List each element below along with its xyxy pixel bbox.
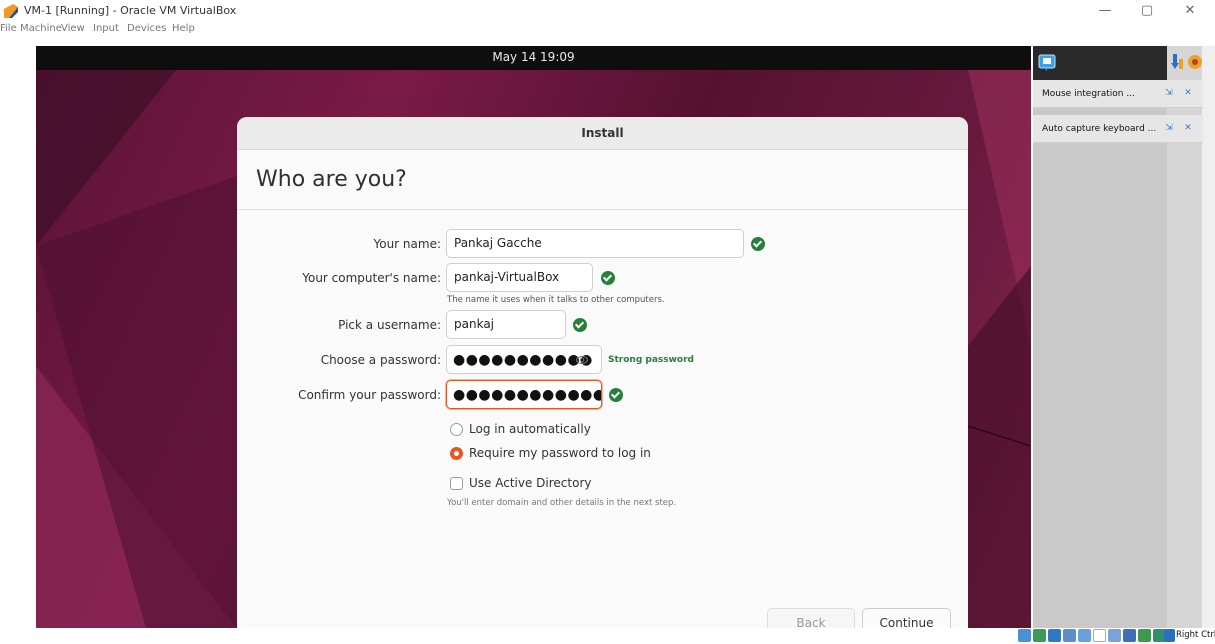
show-password-eye-icon[interactable] xyxy=(576,354,588,366)
hard-disk-icon[interactable] xyxy=(1018,629,1031,642)
dialog-title: Install xyxy=(581,126,624,140)
username-input[interactable]: pankaj xyxy=(446,310,566,339)
auto-capture-keyboard-notification[interactable]: Auto capture keyboard ... ⇲ ✕ xyxy=(1033,115,1203,143)
host-key-label: Right Ctrl xyxy=(1176,630,1215,640)
username-ok-icon xyxy=(573,318,587,332)
computer-name-label: Your computer's name: xyxy=(302,271,441,285)
password-label: Choose a password: xyxy=(320,353,441,367)
confirm-password-label: Confirm your password: xyxy=(298,388,441,402)
active-directory-label[interactable]: Use Active Directory xyxy=(469,476,591,490)
menu-help[interactable]: Help xyxy=(172,23,195,34)
mouse-integration-label: Mouse integration ... xyxy=(1042,89,1135,99)
display-icon[interactable] xyxy=(1108,629,1121,642)
settings-icon[interactable] xyxy=(1187,54,1203,70)
confirm-password-ok-icon xyxy=(609,388,623,402)
vbox-scrollbar[interactable] xyxy=(1202,46,1215,628)
username-value: pankaj xyxy=(454,317,495,331)
require-password-radio[interactable] xyxy=(450,447,463,460)
confirm-password-input[interactable]: ●●●●●●●●●●●●● xyxy=(446,380,602,409)
username-label: Pick a username: xyxy=(338,318,441,332)
menu-machine[interactable]: Machine xyxy=(20,23,62,34)
menu-file[interactable]: File xyxy=(0,23,17,34)
active-directory-checkbox[interactable] xyxy=(450,477,463,490)
dismiss-forever-icon[interactable]: ✕ xyxy=(1183,123,1193,133)
back-button[interactable]: Back xyxy=(767,608,855,628)
clock[interactable]: May 14 19:09 xyxy=(36,50,1031,64)
window-title: VM-1 [Running] - Oracle VM VirtualBox xyxy=(24,4,237,17)
network-icon[interactable] xyxy=(1063,629,1076,642)
require-password-label[interactable]: Require my password to log in xyxy=(469,446,651,460)
guest-display[interactable]: May 14 19:09 Install Who are you? Your n… xyxy=(36,46,1031,628)
vbox-panel-header xyxy=(1033,46,1167,80)
maximize-button[interactable]: ▢ xyxy=(1132,4,1162,20)
menu-view[interactable]: View xyxy=(61,23,85,34)
confirm-password-value: ●●●●●●●●●●●●● xyxy=(453,387,602,403)
active-directory-hint: You'll enter domain and other details in… xyxy=(447,498,677,508)
your-name-label: Your name: xyxy=(373,237,441,251)
computer-name-value: pankaj-VirtualBox xyxy=(454,270,560,284)
computer-name-ok-icon xyxy=(601,271,615,285)
optical-drive-icon[interactable] xyxy=(1033,629,1046,642)
minimize-button[interactable]: — xyxy=(1090,4,1120,20)
menu-bar: File Machine View Input Devices Help xyxy=(0,22,1215,38)
mouse-integration-notification[interactable]: Mouse integration ... ⇲ ✕ xyxy=(1033,80,1203,108)
password-value: ●●●●●●●●●●● xyxy=(453,352,593,368)
your-name-value: Pankaj Gacche xyxy=(454,236,542,250)
separator xyxy=(237,209,968,210)
shared-folders-icon[interactable] xyxy=(1093,629,1106,642)
computer-name-hint: The name it uses when it talks to other … xyxy=(447,295,665,305)
download-icon[interactable] xyxy=(1171,54,1185,70)
page-heading: Who are you? xyxy=(256,167,407,192)
installer-dialog: Install Who are you? Your name: Pankaj G… xyxy=(237,117,968,628)
cpu-icon[interactable] xyxy=(1138,629,1151,642)
menu-input[interactable]: Input xyxy=(93,23,119,34)
message-icon[interactable] xyxy=(1038,54,1056,72)
password-strength: Strong password xyxy=(608,355,694,365)
window-titlebar: VM-1 [Running] - Oracle VM VirtualBox — … xyxy=(0,0,1215,22)
dismiss-forever-icon[interactable]: ✕ xyxy=(1183,88,1193,98)
dialog-header: Install xyxy=(237,117,968,150)
audio-icon[interactable] xyxy=(1048,629,1061,642)
dismiss-once-icon[interactable]: ⇲ xyxy=(1164,123,1174,133)
login-automatically-label[interactable]: Log in automatically xyxy=(469,422,591,436)
continue-button[interactable]: Continue xyxy=(862,608,951,628)
your-name-input[interactable]: Pankaj Gacche xyxy=(446,229,744,258)
usb-icon[interactable] xyxy=(1078,629,1091,642)
login-automatically-radio[interactable] xyxy=(450,423,463,436)
dismiss-once-icon[interactable]: ⇲ xyxy=(1164,88,1174,98)
virtualbox-icon xyxy=(4,4,18,18)
menu-devices[interactable]: Devices xyxy=(127,23,166,34)
auto-capture-keyboard-label: Auto capture keyboard ... xyxy=(1042,124,1157,134)
recording-icon[interactable] xyxy=(1123,629,1136,642)
keyboard-capture-icon[interactable] xyxy=(1164,629,1175,642)
computer-name-input[interactable]: pankaj-VirtualBox xyxy=(446,263,593,292)
your-name-ok-icon xyxy=(751,237,765,251)
gnome-top-bar: May 14 19:09 xyxy=(36,46,1031,70)
close-button[interactable]: ✕ xyxy=(1175,4,1205,20)
